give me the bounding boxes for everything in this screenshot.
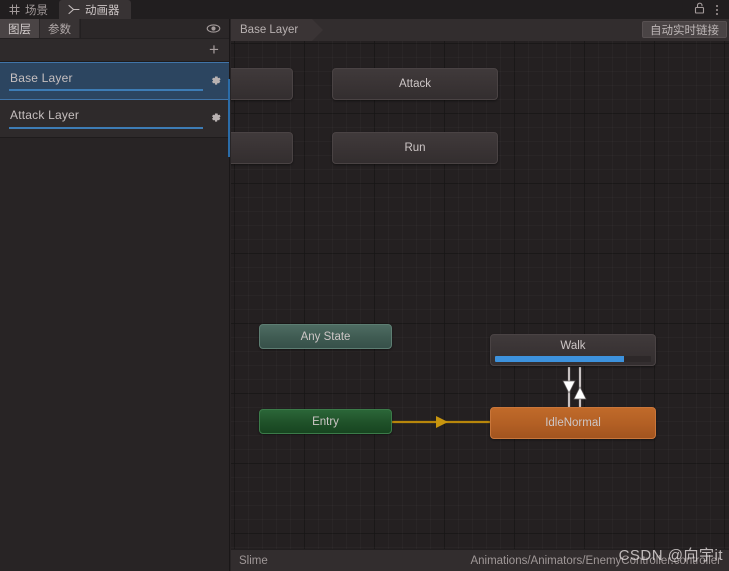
add-layer-button[interactable]: + <box>206 41 222 58</box>
animator-icon <box>68 4 80 15</box>
state-node-clipped-mid[interactable] <box>231 132 293 164</box>
layer-settings-gear-icon[interactable] <box>209 111 222 127</box>
layer-item-base-layer[interactable]: Base Layer <box>0 62 229 100</box>
kebab-menu-icon[interactable] <box>714 4 720 16</box>
layer-visibility-toggle[interactable] <box>206 19 221 38</box>
layer-weight-bar[interactable] <box>9 127 203 129</box>
animator-window: 场景 动画器 图层 参数 + Base Layer Attack Layer B… <box>0 0 729 571</box>
auto-live-link-button[interactable]: 自动实时链接 <box>642 21 727 38</box>
breadcrumb-item-base-layer-label: Base Layer <box>240 24 299 36</box>
transition-idlenormal-to-walk <box>573 367 587 407</box>
tab-animator[interactable]: 动画器 <box>59 0 131 19</box>
state-node-attack[interactable]: Attack <box>332 68 498 100</box>
layer-weight-bar[interactable] <box>9 89 203 91</box>
breadcrumb: Base Layer 自动实时链接 <box>231 19 729 42</box>
state-node-entry-label: Entry <box>312 415 339 428</box>
layer-item-attack-layer-label: Attack Layer <box>10 108 80 122</box>
state-node-attack-label: Attack <box>399 78 431 90</box>
transition-walk-to-idlenormal <box>562 367 576 407</box>
breadcrumb-item-base-layer[interactable]: Base Layer <box>231 19 324 41</box>
lock-icon[interactable] <box>694 2 705 17</box>
state-node-walk-label: Walk <box>560 339 586 352</box>
layer-settings-gear-icon[interactable] <box>209 74 222 90</box>
state-machine-canvas[interactable]: Attack Run Any State Walk Entry IdleNorm… <box>231 41 729 549</box>
state-node-run[interactable]: Run <box>332 132 498 164</box>
state-node-entry[interactable]: Entry <box>259 409 392 434</box>
eye-icon <box>206 24 221 33</box>
panel-tab-layers-label: 图层 <box>8 23 31 36</box>
layers-panel-empty-area <box>0 160 229 571</box>
state-node-clipped-top[interactable] <box>231 68 293 100</box>
layer-selection-accent <box>228 79 230 157</box>
animator-graph-panel: Base Layer 自动实时链接 Attack Run Any State W… <box>231 19 729 571</box>
state-node-any-state-label: Any State <box>300 330 351 343</box>
tab-scene-label: 场景 <box>25 4 48 17</box>
state-node-run-label: Run <box>404 142 426 154</box>
window-tab-bar: 场景 动画器 <box>0 0 729 19</box>
tab-animator-label: 动画器 <box>85 4 120 17</box>
status-asset-path: Animations/Animators/EnemyController.con… <box>470 554 721 567</box>
panel-tab-parameters[interactable]: 参数 <box>40 19 80 38</box>
state-node-any-state[interactable]: Any State <box>259 324 392 349</box>
transition-edges <box>392 367 587 428</box>
state-node-idlenormal[interactable]: IdleNormal <box>490 407 656 439</box>
state-playback-progress <box>495 356 651 362</box>
status-object-name: Slime <box>239 554 268 567</box>
window-tab-bar-actions <box>694 0 729 19</box>
state-node-idlenormal-label: IdleNormal <box>545 417 601 429</box>
tab-scene[interactable]: 场景 <box>0 0 59 19</box>
status-bar: Slime Animations/Animators/EnemyControll… <box>231 549 729 571</box>
panel-tab-parameters-label: 参数 <box>48 23 71 36</box>
state-playback-progress-fill <box>495 356 625 362</box>
state-node-walk[interactable]: Walk <box>490 334 656 366</box>
layers-panel: 图层 参数 + Base Layer Attack Layer <box>0 19 230 571</box>
layer-item-attack-layer[interactable]: Attack Layer <box>0 100 229 138</box>
layers-add-row: + <box>0 39 229 62</box>
layers-toolbar: 图层 参数 <box>0 19 229 39</box>
grid-icon <box>9 4 20 15</box>
transition-entry-to-idlenormal <box>392 416 490 428</box>
panel-tab-layers[interactable]: 图层 <box>0 19 40 38</box>
auto-live-link-label: 自动实时链接 <box>650 24 719 37</box>
layer-item-base-layer-label: Base Layer <box>10 71 73 85</box>
